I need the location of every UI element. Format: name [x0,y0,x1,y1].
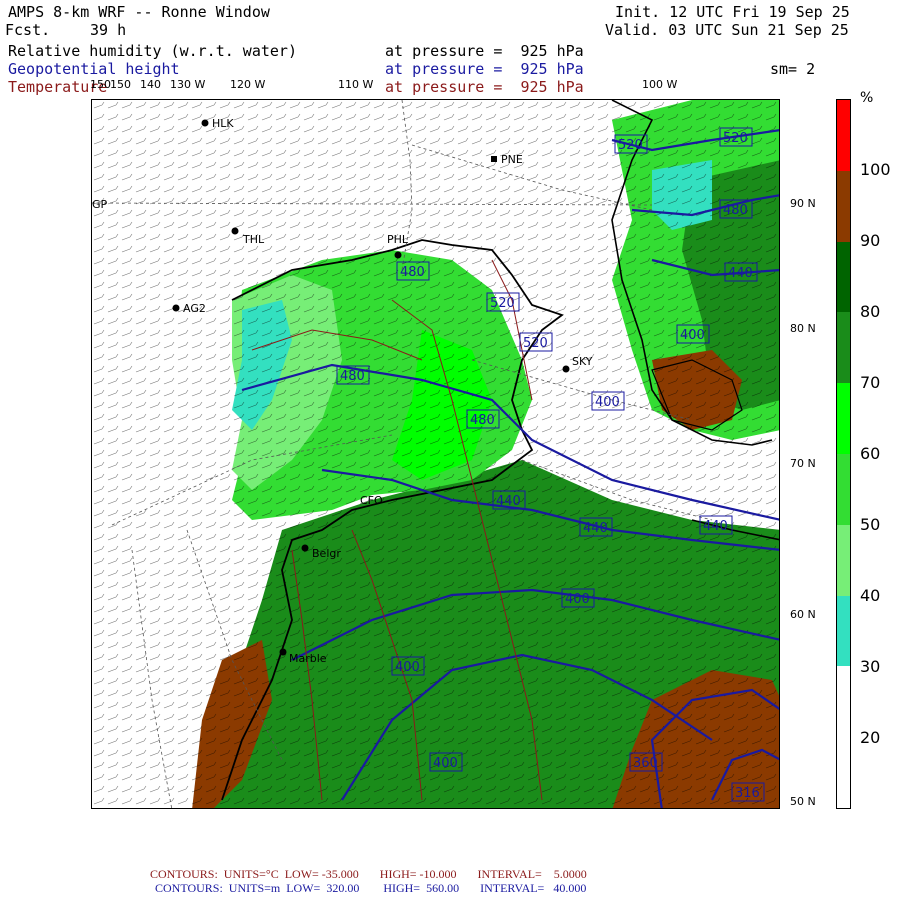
contour-label: 520 [618,138,643,153]
lon-label: 130 W [170,78,206,91]
field-3-level: at pressure = 925 hPa [385,78,584,96]
colorbar-unit: % [860,90,874,106]
contour-label: 480 [340,369,365,384]
forecast-label: Fcst. [5,21,51,39]
valid-time: Valid. 03 UTC Sun 21 Sep 25 [605,21,849,39]
station-marker [279,648,287,656]
colorbar-swatch [837,312,850,384]
contour-label: 520 [723,131,748,146]
field-1-level: at pressure = 925 hPa [385,42,584,60]
lat-label: 60 N [790,608,816,621]
colorbar-swatch [837,666,850,738]
station-label: PNE [501,153,523,166]
colorbar-swatch [837,454,850,525]
station-marker [231,227,239,235]
colorbar-label: 60 [860,444,881,463]
contour-label: 440 [728,266,753,281]
station-marker [172,304,180,312]
temperature-contour-info: CONTOURS: UNITS=°C LOW= -35.000 HIGH= -1… [150,867,587,881]
colorbar-swatch [837,595,850,667]
contour-label: 400 [680,328,705,343]
contour-label: 400 [595,395,620,410]
colorbar-swatch [837,100,850,171]
contour-label: 400 [395,660,420,675]
contour-label: 480 [400,265,425,280]
station-label: CFO [360,494,383,507]
station-marker [562,365,570,373]
init-time: Init. 12 UTC Fri 19 Sep 25 [615,3,850,21]
smoothing-label: sm= 2 [770,60,816,78]
station-marker [201,119,209,127]
station-label: PHL [387,233,409,246]
contour-label: 440 [496,494,521,509]
colorbar-label: 30 [860,657,881,676]
colorbar-swatch [837,241,850,313]
lat-label: 50 N [790,795,816,808]
colorbar [836,99,851,809]
forecast-hour: 39 h [90,21,127,39]
map-edge-label: GP [92,198,108,211]
lon-label: 100 W [642,78,678,91]
lon-label: 110 W [338,78,374,91]
colorbar-label: 90 [860,231,881,250]
station-label: Belgr [312,547,341,560]
lon-label: 140 [140,78,161,91]
lon-label: 150 [90,78,111,91]
contour-label: 360 [633,756,658,771]
colorbar-swatch [837,383,850,454]
colorbar-label: 20 [860,728,881,747]
colorbar-label: 70 [860,373,881,392]
height-contour-info: CONTOURS: UNITS=m LOW= 320.00 HIGH= 560.… [155,881,587,895]
colorbar-label: 80 [860,302,881,321]
station-label: AG2 [183,302,206,315]
station-label: HLK [212,117,234,130]
contour-label: 440 [703,519,728,534]
station-marker [491,156,497,162]
contour-label: 400 [433,756,458,771]
colorbar-label: 40 [860,586,881,605]
contour-label: 440 [583,521,608,536]
station-marker [301,544,309,552]
contour-label: 480 [723,203,748,218]
colorbar-label: 100 [860,160,891,179]
field-1-name: Relative humidity (w.r.t. water) [8,42,297,60]
lat-label: 70 N [790,457,816,470]
station-marker [394,251,402,259]
map-title: AMPS 8-km WRF -- Ronne Window [8,3,270,21]
contour-label: 520 [490,296,515,311]
colorbar-label: 50 [860,515,881,534]
lon-label: 150 [110,78,131,91]
contour-label: 520 [523,336,548,351]
lon-label: 120 W [230,78,266,91]
contour-label: 316 [735,786,760,801]
contour-label: 400 [565,592,590,607]
map-canvas: HLK PNE THL PHL AG2 SKY CFO Belgr Marble… [92,100,779,808]
lat-label: 90 N [790,197,816,210]
colorbar-swatch [837,524,850,596]
station-label: Marble [289,652,327,665]
colorbar-swatch [837,170,850,242]
station-label: THL [242,233,265,246]
map-panel: HLK PNE THL PHL AG2 SKY CFO Belgr Marble… [91,99,780,809]
colorbar-swatch [837,737,850,808]
lat-label: 80 N [790,322,816,335]
field-2-level: at pressure = 925 hPa [385,60,584,78]
wind-barbs [92,100,779,808]
station-label: SKY [572,355,593,368]
field-2-name: Geopotential height [8,60,180,78]
contour-label: 480 [470,413,495,428]
